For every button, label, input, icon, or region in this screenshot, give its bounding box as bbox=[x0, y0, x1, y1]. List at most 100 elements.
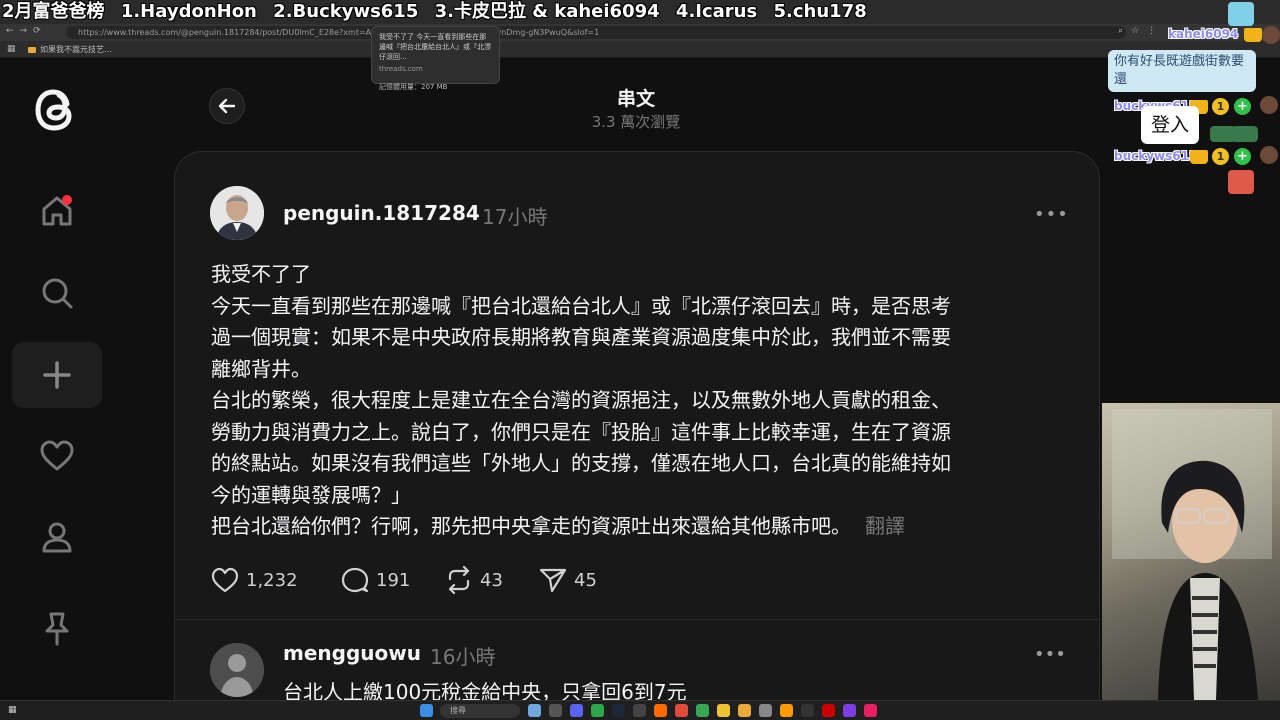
post-line: 的終點站。如果沒有我們這些「外地人」的支撐，僅憑在地人口，台北真的能維持如 bbox=[211, 451, 951, 475]
app-icon[interactable] bbox=[801, 704, 814, 717]
reply-username[interactable]: mengguowu bbox=[283, 641, 421, 665]
more-options-icon[interactable]: ••• bbox=[1034, 644, 1066, 665]
tooltip-host: threads.com bbox=[379, 65, 423, 73]
level-badge-icon: 1 bbox=[1212, 148, 1229, 165]
share-button[interactable]: 45 bbox=[538, 566, 597, 594]
chat-message: 你有好長既遊戲街數要還 bbox=[1108, 50, 1256, 92]
post-line: 過一個現實：如果不是中央政府長期將教育與產業資源過度集中於此，我們並不需要 bbox=[211, 325, 951, 349]
plus-badge-icon: + bbox=[1234, 148, 1251, 165]
widgets-icon[interactable]: ▦ bbox=[8, 705, 17, 715]
taskbar-start bbox=[420, 704, 433, 717]
ranking-item: 3.卡皮巴拉 & kahei6094 bbox=[434, 1, 660, 22]
heart-icon[interactable] bbox=[36, 435, 78, 477]
level-badge-icon: 1 bbox=[1212, 98, 1229, 115]
post-line: 我受不了了 bbox=[211, 262, 311, 286]
view-count: 3.3 萬次瀏覽 bbox=[591, 113, 681, 131]
stream-chat-overlay: kahei6094 你有好長既遊戲街數要還 buckyws615 1 + 登入 … bbox=[1104, 0, 1280, 200]
os-taskbar: ▦ 搜尋 bbox=[0, 700, 1280, 720]
avatar[interactable] bbox=[210, 186, 264, 240]
ranking-title: 2月富爸爸榜 bbox=[2, 1, 105, 22]
more-options-icon[interactable]: ••• bbox=[1034, 204, 1069, 225]
app-icon[interactable] bbox=[822, 704, 835, 717]
chrome-icon[interactable] bbox=[696, 704, 709, 717]
app-icon[interactable] bbox=[780, 704, 793, 717]
comment-icon bbox=[341, 567, 369, 593]
folder-icon[interactable] bbox=[738, 704, 751, 717]
tooltip-memory: 記憶體用量：207 MB bbox=[379, 83, 448, 91]
app-icon[interactable] bbox=[549, 704, 562, 717]
home-icon[interactable] bbox=[36, 190, 78, 232]
app-icon[interactable] bbox=[864, 704, 877, 717]
chat-message: 登入 bbox=[1141, 106, 1199, 144]
like-button[interactable]: 1,232 bbox=[210, 566, 298, 594]
search-icon[interactable] bbox=[36, 272, 78, 314]
translate-link[interactable]: 翻譯 bbox=[865, 514, 905, 538]
browser-address-bar: ←→⟳ https://www.threads.com/@penguin.181… bbox=[0, 24, 1280, 41]
reply-time: 16小時 bbox=[430, 645, 496, 669]
reply-avatar[interactable] bbox=[210, 643, 264, 697]
stream-ranking-banner: 2月富爸爸榜 1.HaydonHon 2.Buckyws615 3.卡皮巴拉 &… bbox=[0, 0, 880, 24]
app-icon[interactable] bbox=[591, 704, 604, 717]
page-title: 串文 bbox=[616, 88, 655, 110]
browser-nav-icons[interactable]: ←→⟳ bbox=[6, 26, 47, 36]
tooltip-title: 我受不了了 今天一直看到那些在那邊喊『把台北還給台北人』或『北漂仔滾回... bbox=[379, 33, 491, 61]
post-line: 今的運轉與發展嗎？」 bbox=[211, 482, 411, 507]
threads-logo-icon[interactable] bbox=[33, 84, 79, 136]
post-line: 台北的繁榮，很大程度上是建立在全台灣的資源挹注，以及無數外地人貢獻的租金、 bbox=[211, 388, 951, 412]
app-icon[interactable] bbox=[570, 704, 583, 717]
pin-icon[interactable] bbox=[36, 608, 78, 650]
repost-icon bbox=[448, 566, 470, 594]
app-icon[interactable] bbox=[633, 704, 646, 717]
create-post-button[interactable] bbox=[12, 342, 102, 408]
app-icon[interactable] bbox=[612, 704, 625, 717]
app-icon[interactable] bbox=[675, 704, 688, 717]
heart-icon bbox=[211, 567, 239, 593]
post-time: 17小時 bbox=[482, 205, 548, 229]
app-icon[interactable] bbox=[654, 704, 667, 717]
windows-start-icon[interactable] bbox=[420, 704, 433, 717]
app-icon[interactable] bbox=[843, 704, 856, 717]
plus-badge-icon: + bbox=[1234, 98, 1251, 115]
post-line: 勞動力與消費力之上。說白了，你們只是在『投胎』這件事上比較幸運，生在了資源 bbox=[211, 419, 951, 444]
bookmark-label: 如果我不嵩元技艺... bbox=[40, 45, 112, 54]
plus-icon bbox=[43, 361, 71, 389]
comment-button[interactable]: 191 bbox=[340, 566, 410, 594]
post-body: 我受不了了 今天一直看到那些在那邊喊『把台北還給台北人』或『北漂仔滾回去』時，是… bbox=[211, 259, 1051, 543]
post-username[interactable]: penguin.1817284 bbox=[283, 201, 480, 225]
notification-dot bbox=[62, 195, 72, 205]
taskbar-apps bbox=[528, 704, 877, 717]
ranking-item: 1.HaydonHon bbox=[120, 1, 257, 22]
chat-emote-icon bbox=[1228, 2, 1254, 26]
ranking-item: 4.Icarus bbox=[675, 1, 758, 22]
profile-icon[interactable] bbox=[36, 516, 78, 558]
chat-avatar bbox=[1260, 96, 1278, 114]
app-icon[interactable] bbox=[717, 704, 730, 717]
back-button[interactable] bbox=[209, 88, 245, 124]
post-line: 把台北還給你們？行啊，那先把中央拿走的資源吐出來還給其他縣市吧。 bbox=[211, 514, 851, 538]
like-count: 1,232 bbox=[246, 569, 298, 591]
crown-badge-icon bbox=[1244, 28, 1262, 42]
app-icon[interactable] bbox=[528, 704, 541, 717]
ranking-item: 2.Buckyws615 bbox=[273, 1, 419, 22]
share-count: 45 bbox=[574, 569, 597, 591]
ranking-item: 5.chu178 bbox=[773, 1, 867, 22]
folder-icon bbox=[28, 46, 36, 53]
taskbar-search[interactable]: 搜尋 bbox=[440, 704, 520, 718]
chat-username: kahei6094 bbox=[1168, 27, 1239, 41]
tab-hover-tooltip: 我受不了了 今天一直看到那些在那邊喊『把台北還給台北人』或『北漂仔滾回... t… bbox=[371, 26, 500, 91]
chat-emote-icon bbox=[1232, 126, 1258, 142]
bookmark-item[interactable]: 如果我不嵩元技艺... bbox=[28, 44, 112, 55]
crown-badge-icon bbox=[1190, 150, 1208, 164]
bookmarks-bar: ▦ 如果我不嵩元技艺... bbox=[0, 41, 1280, 58]
chat-username: buckyws615 bbox=[1114, 149, 1198, 163]
apps-grid-icon[interactable]: ▦ bbox=[7, 44, 16, 54]
url-field[interactable]: https://www.threads.com/@penguin.1817284… bbox=[66, 26, 1126, 39]
post-line: 今天一直看到那些在那邊喊『把台北還給台北人』或『北漂仔滾回去』時，是否思考 bbox=[211, 293, 951, 318]
app-icon[interactable] bbox=[759, 704, 772, 717]
divider bbox=[175, 619, 1099, 620]
repost-button[interactable]: 43 bbox=[444, 566, 503, 594]
repost-count: 43 bbox=[480, 569, 503, 591]
send-icon bbox=[539, 568, 567, 593]
post-line-last: 把台北還給你們？行啊，那先把中央拿走的資源吐出來還給其他縣市吧。 翻譯 bbox=[211, 511, 1051, 543]
chat-emote-icon bbox=[1228, 170, 1254, 194]
